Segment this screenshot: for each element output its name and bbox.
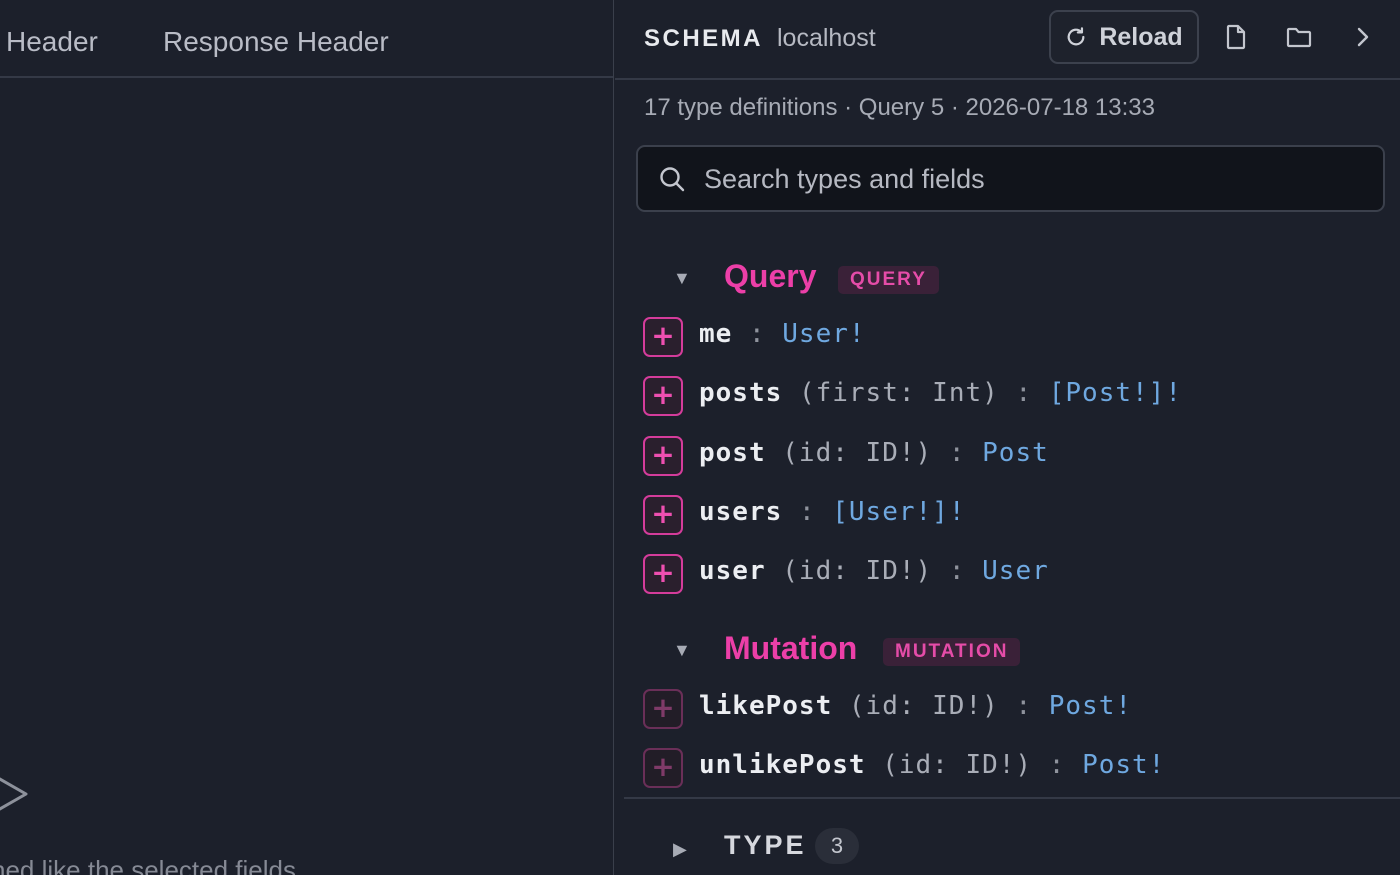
collapse-caret-icon[interactable]: ▶: [673, 839, 687, 860]
add-field-button[interactable]: +: [643, 495, 683, 535]
schema-panel: SCHEMA localhost Reload 17 type definiti…: [615, 0, 1400, 875]
field-type[interactable]: Post!: [1082, 750, 1165, 780]
schema-host: localhost: [777, 24, 876, 52]
type-separator: :: [748, 319, 766, 349]
field-name: posts: [699, 378, 783, 408]
search-input[interactable]: [704, 157, 1364, 201]
field-signature: likePost (id: ID!) : Post!: [699, 691, 1132, 721]
reload-label: Reload: [1099, 22, 1183, 51]
editor-pane: Header Response Header ned like the sele…: [0, 0, 614, 875]
field-signature: users : [User!]!: [699, 497, 965, 527]
kind-badge: MUTATION: [883, 638, 1021, 666]
schema-search[interactable]: [636, 145, 1385, 212]
type-separator: :: [1015, 691, 1033, 721]
type-separator: :: [798, 497, 816, 527]
reload-button[interactable]: Reload: [1049, 10, 1199, 64]
field-name: users: [699, 497, 783, 527]
field-row[interactable]: + posts (first: Int) : [Post!]!: [615, 372, 1400, 420]
section-mutation[interactable]: ▼ Mutation MUTATION: [615, 626, 1400, 676]
field-signature: posts (first: Int) : [Post!]!: [699, 378, 1182, 408]
field-type[interactable]: [Post!]!: [1049, 378, 1182, 408]
field-args: (id: ID!): [882, 750, 1033, 780]
expand-caret-icon[interactable]: ▼: [673, 640, 691, 661]
field-row[interactable]: + unlikePost (id: ID!) : Post!: [615, 744, 1400, 792]
field-type[interactable]: User!: [782, 319, 865, 349]
section-divider: [624, 797, 1400, 799]
reload-icon: [1067, 27, 1085, 46]
schema-toolbar: SCHEMA localhost Reload: [615, 0, 1400, 80]
field-name: me: [699, 319, 733, 349]
open-folder-button[interactable]: [1282, 20, 1316, 54]
type-separator: :: [1048, 750, 1066, 780]
field-name: post: [699, 438, 766, 468]
field-args: (id: ID!): [782, 438, 933, 468]
field-name: user: [699, 556, 766, 586]
field-row[interactable]: + users : [User!]!: [615, 491, 1400, 539]
field-args: (first: Int): [798, 378, 999, 408]
field-args: (id: ID!): [848, 691, 999, 721]
field-type[interactable]: [User!]!: [832, 497, 965, 527]
type-separator: :: [948, 556, 966, 586]
schema-title: SCHEMA: [644, 25, 764, 52]
add-field-button[interactable]: +: [643, 554, 683, 594]
tab-header[interactable]: Header: [6, 26, 98, 58]
add-field-button[interactable]: +: [643, 317, 683, 357]
editor-tab-bar: Header Response Header: [0, 0, 613, 78]
add-field-button[interactable]: +: [643, 436, 683, 476]
group-type[interactable]: ▶ TYPE 3: [615, 825, 1400, 869]
schema-meta: 17 type definitions · Query 5 · 2026-07-…: [644, 94, 1155, 121]
kind-badge: QUERY: [838, 266, 939, 294]
add-field-button[interactable]: +: [643, 748, 683, 788]
section-query[interactable]: ▼ Query QUERY: [615, 254, 1400, 304]
section-title: Query: [724, 258, 817, 294]
open-file-button[interactable]: [1219, 20, 1253, 54]
chevron-right-icon: [1357, 27, 1369, 47]
field-signature: user (id: ID!) : User: [699, 556, 1049, 586]
field-type[interactable]: Post: [982, 438, 1049, 468]
section-title: Mutation: [724, 630, 858, 666]
collapse-panel-button[interactable]: [1346, 20, 1380, 54]
tab-response-header[interactable]: Response Header: [163, 26, 389, 58]
add-field-button[interactable]: +: [643, 689, 683, 729]
field-row[interactable]: + me : User!: [615, 313, 1400, 361]
field-row[interactable]: + user (id: ID!) : User: [615, 550, 1400, 598]
expand-caret-icon[interactable]: ▼: [673, 268, 691, 289]
add-field-button[interactable]: +: [643, 376, 683, 416]
play-icon[interactable]: [0, 772, 32, 816]
field-signature: unlikePost (id: ID!) : Post!: [699, 750, 1165, 780]
field-name: likePost: [699, 691, 833, 721]
field-type[interactable]: User: [982, 556, 1049, 586]
group-count-badge: 3: [815, 828, 859, 864]
editor-hint-text: ned like the selected fields: [0, 855, 296, 875]
field-row[interactable]: + likePost (id: ID!) : Post!: [615, 685, 1400, 733]
search-icon: [660, 167, 685, 192]
file-icon: [1226, 24, 1246, 50]
type-separator: :: [1015, 378, 1033, 408]
field-type[interactable]: Post!: [1049, 691, 1132, 721]
field-args: (id: ID!): [782, 556, 933, 586]
field-row[interactable]: + post (id: ID!) : Post: [615, 432, 1400, 480]
folder-icon: [1286, 27, 1312, 48]
field-signature: me : User!: [699, 319, 866, 349]
group-label: TYPE: [724, 830, 807, 860]
field-name: unlikePost: [699, 750, 866, 780]
type-separator: :: [948, 438, 966, 468]
field-signature: post (id: ID!) : Post: [699, 438, 1049, 468]
